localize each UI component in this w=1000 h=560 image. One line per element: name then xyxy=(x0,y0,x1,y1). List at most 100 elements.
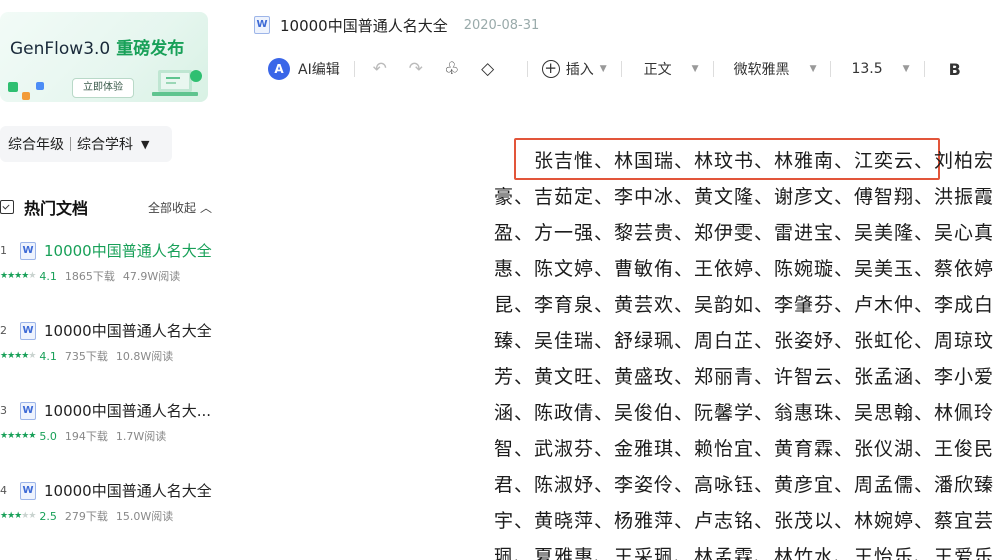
doc-rank: 3 xyxy=(0,404,7,417)
filter-bar[interactable]: 综合年级 综合学科 ▼ xyxy=(0,126,172,162)
insert-dropdown[interactable]: + 插入 ▼ xyxy=(541,59,607,79)
undo-icon[interactable]: ↶ xyxy=(369,59,391,79)
eraser-icon[interactable]: ◇ xyxy=(477,59,499,79)
doc-meta: ★★★★★ 4.1 735下载 10.8W阅读 xyxy=(0,348,173,364)
star-icon: ★ xyxy=(28,511,36,521)
format-painter-icon[interactable]: ♧ xyxy=(441,59,463,79)
promo-title: GenFlow3.0 重磅发布 xyxy=(10,34,184,59)
doc-meta: ★★★★★ 2.5 279下载 15.0W阅读 xyxy=(0,508,173,524)
doc-meta: ★★★★★ 5.0 194下载 1.7W阅读 xyxy=(0,428,166,444)
collapse-all-label: 全部收起 xyxy=(147,200,196,215)
plus-circle-icon: + xyxy=(541,60,560,78)
doc-downloads: 194下载 xyxy=(64,430,108,443)
grade-filter[interactable]: 综合年级 xyxy=(8,134,64,154)
subject-filter[interactable]: 综合学科 xyxy=(77,134,133,154)
doc-reads: 47.9W阅读 xyxy=(122,270,181,283)
toolbar-divider xyxy=(830,61,832,77)
document-text-line: 智、武淑芬、金雅琪、赖怡宜、黄育霖、张仪湖、王俊民 xyxy=(494,438,995,460)
document-text-line: 豪、吉茹定、李中冰、黄文隆、谢彦文、傅智翔、洪振霞 xyxy=(494,186,995,208)
ai-logo-icon: A xyxy=(268,58,290,80)
word-file-icon: W xyxy=(20,402,36,420)
promo-deco-icon xyxy=(22,92,30,100)
caret-down-icon: ▼ xyxy=(902,64,910,74)
doc-downloads: 1865下载 xyxy=(64,270,115,283)
document-text-line: 盈、方一强、黎芸贵、郑伊雯、雷进宝、吴美隆、吴心真 xyxy=(494,222,995,244)
bold-button[interactable]: B xyxy=(949,60,961,79)
doc-rating: 4.1 xyxy=(39,349,57,363)
star-icon: ★ xyxy=(28,351,36,361)
doc-rating: 2.5 xyxy=(39,509,57,523)
caret-down-icon: ▼ xyxy=(809,64,817,74)
doc-meta: ★★★★★ 4.1 1865下载 47.9W阅读 xyxy=(0,268,180,284)
doc-reads: 1.7W阅读 xyxy=(115,430,167,443)
document-titlebar: W 10000中国普通人名大全 2020-08-31 xyxy=(254,14,539,36)
toolbar-divider xyxy=(620,61,622,77)
star-rating-icon: ★★★★★ xyxy=(0,351,36,361)
hot-docs-header: 热门文档 全部收起 ︿ xyxy=(0,196,212,218)
hot-docs-title: 热门文档 xyxy=(24,199,89,218)
doc-title[interactable]: 10000中国普通人名大全 xyxy=(44,240,226,261)
ai-edit-button[interactable]: A AI编辑 xyxy=(268,58,340,80)
font-size-dropdown[interactable]: 13.5 ▼ xyxy=(851,61,909,77)
promo-deco-icon xyxy=(8,82,18,92)
doc-downloads: 279下载 xyxy=(64,510,108,523)
doc-downloads: 735下载 xyxy=(64,350,108,363)
document-text-line: 昆、李育泉、黄芸欢、吴韵如、李肇芬、卢木仲、李成白 xyxy=(494,294,995,316)
doc-title[interactable]: 10000中国普通人名大... xyxy=(44,400,226,421)
word-file-icon: W xyxy=(20,322,36,340)
collapse-all-button[interactable]: 全部收起 ︿ xyxy=(148,199,212,216)
font-family-label: 微软雅黑 xyxy=(733,62,790,78)
hot-doc-item[interactable]: 4 W 10000中国普通人名大全 ★★★★★ 2.5 279下载 15.0W阅读 xyxy=(0,480,226,528)
document-title: 10000中国普通人名大全 xyxy=(280,16,448,35)
document-text-line: 珮、夏雅惠、王采珮、林孟霖、林竹水、王怡乐、王爱乐 xyxy=(494,546,995,560)
star-rating-icon: ★★★★★ xyxy=(0,431,36,441)
promo-deco-icon xyxy=(36,82,44,90)
document-text-line: 宇、黄晓萍、杨雅萍、卢志铭、张茂以、林婉婷、蔡宜芸 xyxy=(494,510,995,532)
font-size-label: 13.5 xyxy=(851,61,883,77)
hot-doc-item[interactable]: 3 W 10000中国普通人名大... ★★★★★ 5.0 194下载 1.7W阅读 xyxy=(0,400,226,448)
star-icon: ★ xyxy=(28,431,36,441)
doc-reads: 10.8W阅读 xyxy=(115,350,174,363)
doc-rank: 1 xyxy=(0,244,7,257)
sidebar: GenFlow3.0 重磅发布 立即体验 综合年级 综合学科 ▼ 热门文档 全部收… xyxy=(0,0,228,560)
divider xyxy=(70,137,71,151)
document-text-line: 臻、吴佳瑞、舒绿珮、周白芷、张姿妤、张虹伦、周琼玟 xyxy=(494,330,995,352)
word-file-icon: W xyxy=(254,16,270,34)
document-text-line: 芳、黄文旺、黄盛玫、郑丽青、许智云、张孟涵、李小爱 xyxy=(494,366,995,388)
promo-highlight: 重磅发布 xyxy=(116,39,185,59)
document-date: 2020-08-31 xyxy=(463,17,540,33)
toolbar-divider xyxy=(353,61,355,77)
star-rating-icon: ★★★★★ xyxy=(0,271,36,281)
editor-toolbar: A AI编辑 ↶ ↷ ♧ ◇ + 插入 ▼ 正文 ▼ 微软雅黑 ▼ 13.5 ▼… xyxy=(268,54,1000,84)
word-file-icon: W xyxy=(20,482,36,500)
document-text-line: 张吉惟、林国瑞、林玟书、林雅南、江奕云、刘柏宏 xyxy=(534,150,995,172)
doc-title[interactable]: 10000中国普通人名大全 xyxy=(44,480,226,501)
caret-down-icon[interactable]: ▼ xyxy=(141,138,149,151)
hot-doc-item[interactable]: 1 W 10000中国普通人名大全 ★★★★★ 4.1 1865下载 47.9W阅读 xyxy=(0,240,226,288)
insert-label: 插入 xyxy=(565,62,594,78)
toolbar-divider xyxy=(923,61,925,77)
doc-rank: 2 xyxy=(0,324,7,337)
document-content[interactable]: 张吉惟、林国瑞、林玟书、林雅南、江奕云、刘柏宏豪、吉茹定、李中冰、黄文隆、谢彦文… xyxy=(232,130,1000,560)
laptop-illustration-icon xyxy=(152,70,202,96)
document-viewer: W 10000中国普通人名大全 2020-08-31 A AI编辑 ↶ ↷ ♧ … xyxy=(232,0,1000,560)
doc-rating: 4.1 xyxy=(39,269,57,283)
doc-title[interactable]: 10000中国普通人名大全 xyxy=(44,320,226,341)
document-text-line: 涵、陈政倩、吴俊伯、阮馨学、翁惠珠、吴思翰、林佩玲 xyxy=(494,402,995,424)
document-text-line: 惠、陈文婷、曹敏侑、王依婷、陈婉璇、吴美玉、蔡依婷 xyxy=(494,258,995,280)
star-rating-icon: ★★★★★ xyxy=(0,511,36,521)
redo-icon[interactable]: ↷ xyxy=(405,59,427,79)
font-family-dropdown[interactable]: 微软雅黑 ▼ xyxy=(734,59,817,79)
word-file-icon: W xyxy=(20,242,36,260)
promo-product-name: GenFlow3.0 xyxy=(10,39,111,59)
toolbar-divider xyxy=(712,61,714,77)
doc-rank: 4 xyxy=(0,484,7,497)
hot-doc-item[interactable]: 2 W 10000中国普通人名大全 ★★★★★ 4.1 735下载 10.8W阅读 xyxy=(0,320,226,368)
checklist-icon xyxy=(0,200,14,214)
try-now-button[interactable]: 立即体验 xyxy=(72,78,134,98)
document-text-line: 君、陈淑妤、李姿伶、高咏钰、黄彦宜、周孟儒、潘欣臻 xyxy=(494,474,995,496)
paragraph-style-label: 正文 xyxy=(643,62,672,78)
promo-banner[interactable]: GenFlow3.0 重磅发布 立即体验 xyxy=(0,12,208,102)
paragraph-style-dropdown[interactable]: 正文 ▼ xyxy=(644,59,699,79)
ai-edit-label: AI编辑 xyxy=(298,62,340,78)
